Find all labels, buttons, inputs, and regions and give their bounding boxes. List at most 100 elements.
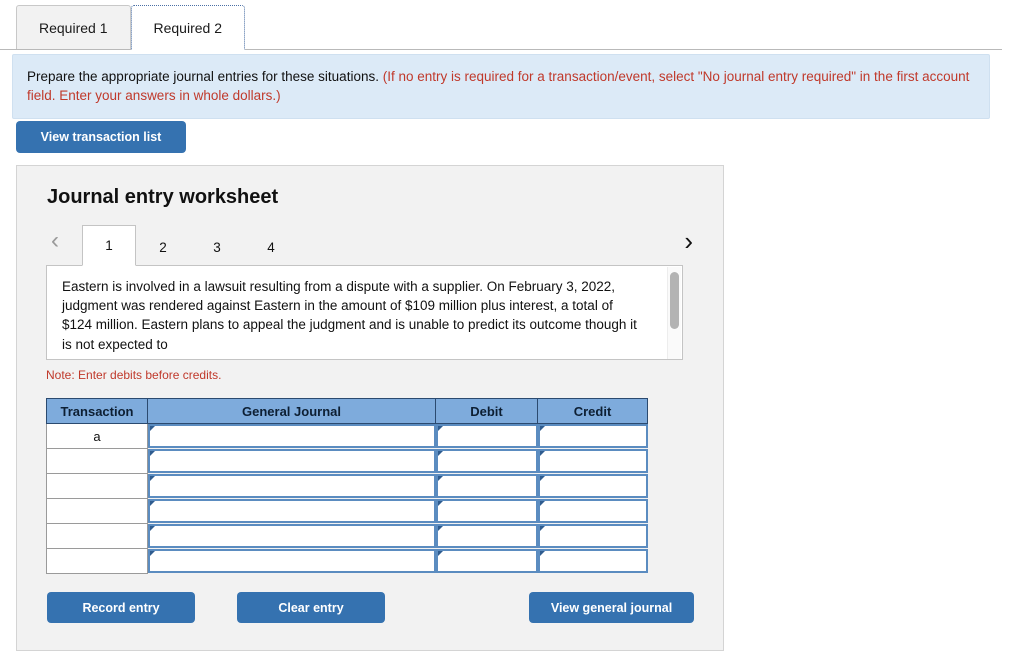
pager-prev-icon[interactable]: ‹ [51,228,59,254]
general-journal-cell [148,424,436,449]
pager-tab-4[interactable]: 4 [244,228,298,266]
debit-input[interactable] [435,499,538,523]
scenario-scrollbar[interactable] [667,267,681,359]
dropdown-marker-icon [150,476,155,481]
credit-input[interactable] [537,424,648,449]
transaction-cell: a [46,423,148,449]
worksheet-pager: ‹ 1 2 3 4 › [45,222,697,266]
general-journal-input[interactable] [148,524,436,548]
journal-entry-table: Transaction General Journal Debit Credit… [46,398,648,574]
header-transaction: Transaction [46,398,148,424]
credit-input[interactable] [537,524,648,548]
pager-tab-3-label: 3 [213,240,221,255]
pager-tab-3[interactable]: 3 [190,228,244,266]
table-row [46,473,648,499]
pager-tab-2-label: 2 [159,240,167,255]
credit-cell [537,424,648,449]
dropdown-marker-icon [539,501,545,506]
debit-cell [435,524,538,549]
table-header-row: Transaction General Journal Debit Credit [46,398,648,424]
table-row [46,448,648,474]
general-journal-cell [148,549,436,574]
header-debit: Debit [435,398,538,424]
credit-cell [537,474,648,499]
transaction-cell [46,548,148,574]
credit-cell [537,549,648,574]
transaction-cell [46,523,148,549]
dropdown-marker-icon [539,551,545,556]
page-root: Required 1 Required 2 Prepare the approp… [0,0,1024,662]
header-credit: Credit [537,398,648,424]
credit-cell [537,449,648,474]
pager-tab-2[interactable]: 2 [136,228,190,266]
transaction-cell [46,473,148,499]
debit-cell [435,549,538,574]
required-tabs: Required 1 Required 2 [16,3,245,50]
header-general-journal: General Journal [147,398,436,424]
debit-cell [435,474,538,499]
instruction-main: Prepare the appropriate journal entries … [27,69,379,84]
clear-entry-button[interactable]: Clear entry [237,592,385,623]
general-journal-input[interactable] [148,549,436,573]
view-transaction-list-button[interactable]: View transaction list [16,121,186,153]
dropdown-marker-icon [150,451,155,456]
scenario-textbox: Eastern is involved in a lawsuit resulti… [46,265,683,360]
dropdown-marker-icon [437,526,443,531]
table-row: a [46,423,648,449]
general-journal-input[interactable] [148,474,436,498]
debits-before-credits-note: Note: Enter debits before credits. [46,368,222,382]
dropdown-marker-icon [437,551,443,556]
scenario-text: Eastern is involved in a lawsuit resulti… [62,279,637,352]
scenario-scrollbar-thumb[interactable] [670,272,679,329]
instruction-banner: Prepare the appropriate journal entries … [12,54,990,119]
table-row [46,498,648,524]
tab-required-1-label: Required 1 [39,20,108,36]
pager-tab-1-label: 1 [105,238,113,253]
credit-input[interactable] [537,499,648,523]
table-row [46,548,648,574]
record-entry-button[interactable]: Record entry [47,592,195,623]
debit-cell [435,424,538,449]
credit-cell [537,499,648,524]
transaction-cell [46,498,148,524]
debit-input[interactable] [435,424,538,449]
general-journal-cell [148,474,436,499]
debit-input[interactable] [435,549,538,573]
tab-required-2-label: Required 2 [153,19,223,36]
pager-tab-1[interactable]: 1 [82,225,136,266]
dropdown-marker-icon [539,476,545,481]
dropdown-marker-icon [150,551,155,556]
tab-required-1[interactable]: Required 1 [16,5,131,50]
dropdown-marker-icon [539,426,545,432]
debit-input[interactable] [435,449,538,473]
pager-tab-4-label: 4 [267,240,275,255]
general-journal-input[interactable] [148,424,436,449]
transaction-cell [46,448,148,474]
table-row [46,523,648,549]
dropdown-marker-icon [437,426,443,432]
credit-input[interactable] [537,549,648,573]
dropdown-marker-icon [437,451,443,456]
worksheet-title: Journal entry worksheet [47,186,279,208]
dropdown-marker-icon [150,526,155,531]
credit-input[interactable] [537,474,648,498]
dropdown-marker-icon [539,526,545,531]
general-journal-cell [148,499,436,524]
general-journal-cell [148,524,436,549]
general-journal-input[interactable] [148,449,436,473]
general-journal-input[interactable] [148,499,436,523]
debit-input[interactable] [435,474,538,498]
view-general-journal-button[interactable]: View general journal [529,592,694,623]
dropdown-marker-icon [437,501,443,506]
debit-cell [435,449,538,474]
dropdown-marker-icon [539,451,545,456]
tab-required-2[interactable]: Required 2 [130,5,245,50]
debit-input[interactable] [435,524,538,548]
credit-input[interactable] [537,449,648,473]
credit-cell [537,524,648,549]
dropdown-marker-icon [150,501,155,506]
general-journal-cell [148,449,436,474]
journal-entry-worksheet-panel: Journal entry worksheet ‹ 1 2 3 4 › East… [16,165,724,651]
debit-cell [435,499,538,524]
pager-next-icon[interactable]: › [684,228,693,254]
